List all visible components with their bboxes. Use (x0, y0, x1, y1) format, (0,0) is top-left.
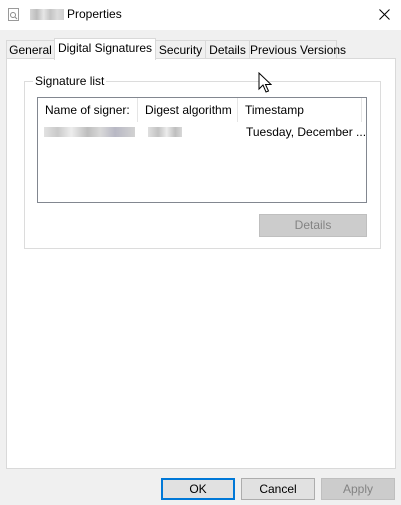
tab-details[interactable]: Details (205, 40, 250, 59)
window-title: Properties (67, 7, 122, 21)
list-item[interactable]: Tuesday, December ... (38, 123, 366, 141)
title-bar: Properties (0, 0, 401, 30)
signature-details-button[interactable]: Details (259, 214, 367, 237)
signature-list-group: Signature list Name of signer: Digest al… (24, 74, 381, 249)
close-icon (379, 9, 390, 20)
tab-panel: Signature list Name of signer: Digest al… (6, 58, 396, 469)
tab-digital-signatures[interactable]: Digital Signatures (54, 38, 156, 60)
ok-button[interactable]: OK (161, 478, 235, 500)
close-button[interactable] (367, 0, 401, 30)
tab-general[interactable]: General (6, 40, 55, 59)
apply-button[interactable]: Apply (321, 478, 395, 500)
tab-previous-versions[interactable]: Previous Versions (249, 40, 346, 59)
mouse-cursor-icon (258, 72, 272, 93)
signature-list[interactable]: Name of signer: Digest algorithm Timesta… (37, 97, 367, 203)
signature-list-label: Signature list (33, 74, 107, 88)
tab-security[interactable]: Security (155, 40, 206, 59)
list-header: Name of signer: Digest algorithm Timesta… (38, 98, 366, 122)
timestamp-cell: Tuesday, December ... (246, 125, 367, 139)
column-header-signer[interactable]: Name of signer: (38, 98, 138, 122)
redacted-signer-name (44, 127, 135, 137)
column-header-digest[interactable]: Digest algorithm (138, 98, 238, 122)
redacted-digest-algorithm (148, 127, 182, 137)
cancel-button[interactable]: Cancel (241, 478, 315, 500)
column-header-timestamp[interactable]: Timestamp (238, 98, 362, 122)
file-icon (8, 8, 19, 21)
redacted-filename (30, 9, 64, 20)
